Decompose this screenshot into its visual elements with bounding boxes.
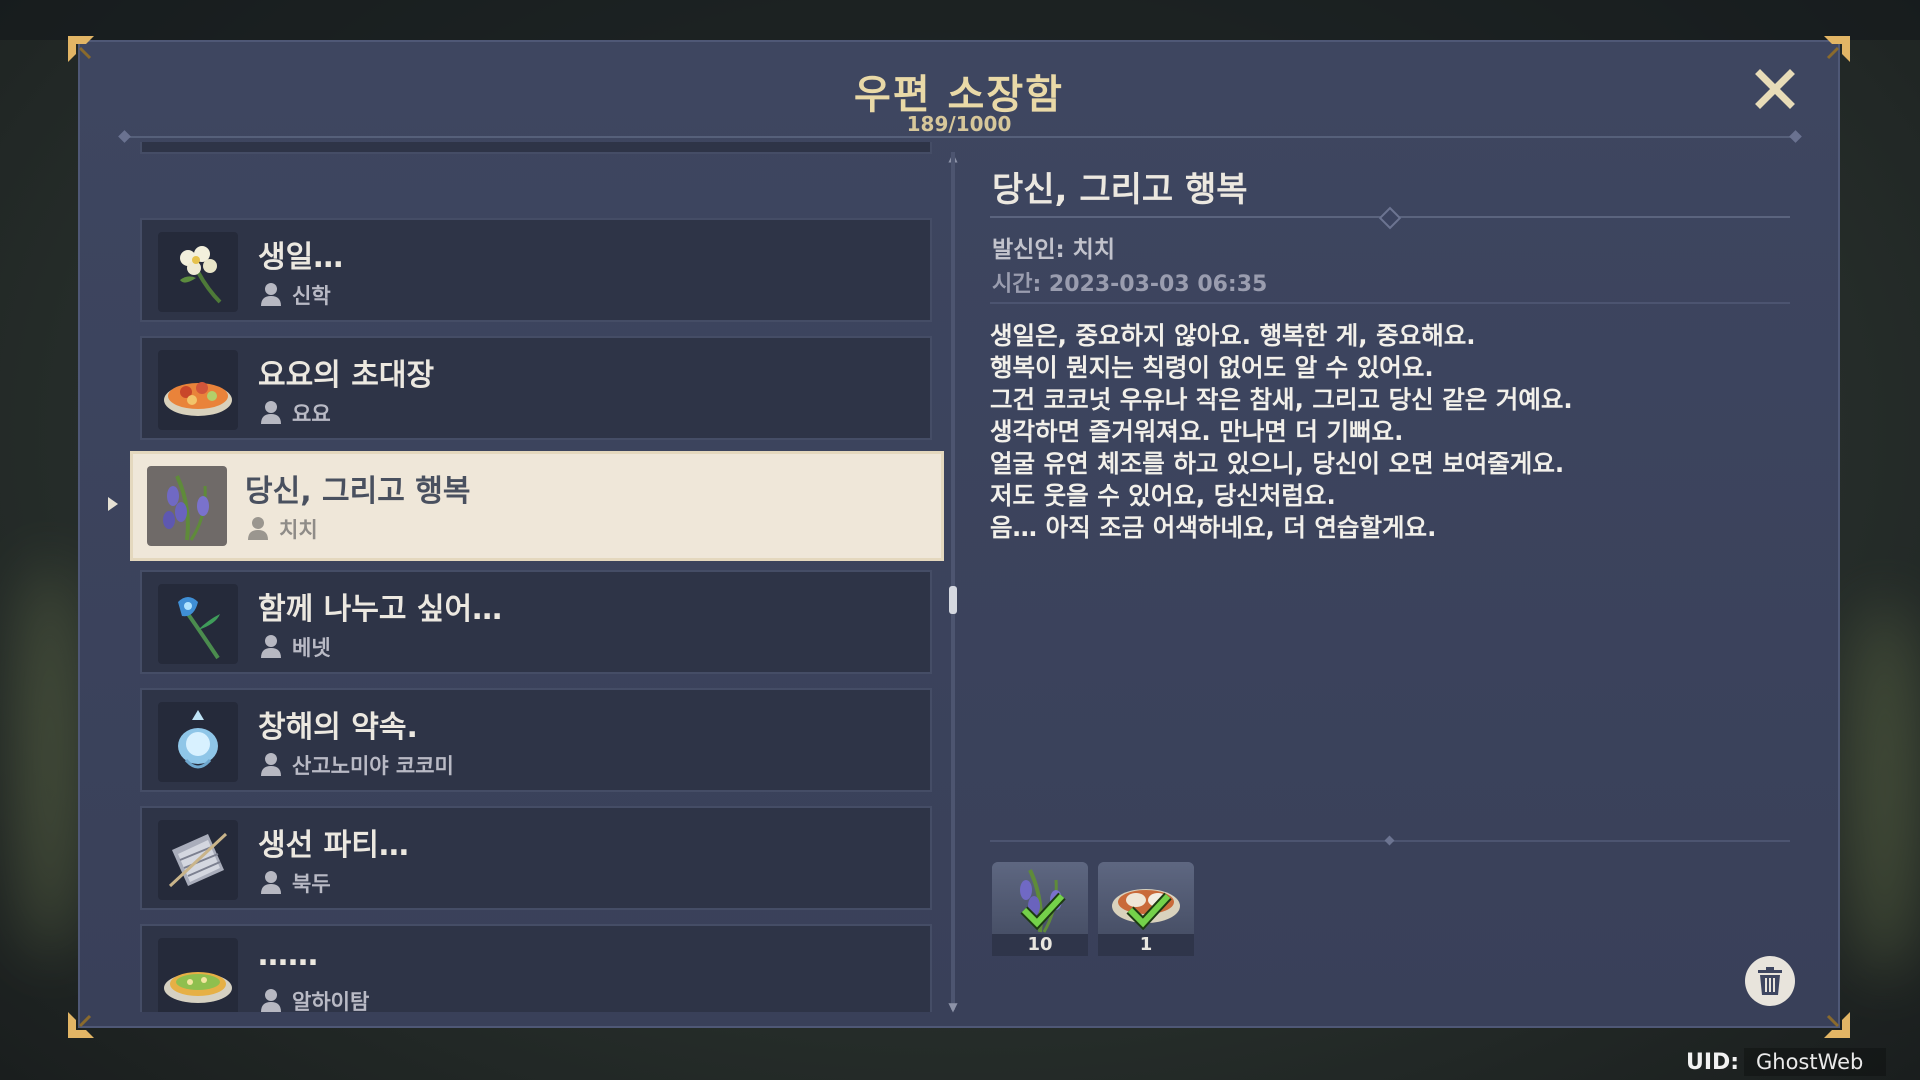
detail-sender: 발신인: 치치 <box>992 237 1116 263</box>
fish-skewer-icon <box>158 820 238 900</box>
mail-sender: 베넷 <box>292 636 331 660</box>
mail-item-selected[interactable]: 당신, 그리고 행복 치치 <box>130 451 944 561</box>
claimed-check-icon <box>1020 892 1066 930</box>
person-icon <box>248 517 268 540</box>
person-icon <box>261 283 281 306</box>
uid-label: UID: <box>1686 1050 1740 1075</box>
header-divider <box>120 136 1800 138</box>
selection-arrow-icon <box>108 497 118 511</box>
mail-list: 생일… 신학 요요의 초대장 요요 당신, 그리고 행복 치치 함께 나누고 싶… <box>80 142 960 1012</box>
background-foliage <box>20 560 80 960</box>
mail-title: 창해의 약속. <box>258 710 418 745</box>
sea-ganoderma-icon <box>158 702 238 782</box>
mail-title: 요요의 초대장 <box>258 358 435 393</box>
attachment-divider <box>990 835 1790 846</box>
mail-item-partial[interactable] <box>140 142 932 154</box>
mail-count: 189/1000 <box>906 112 1012 136</box>
mail-title: 생일… <box>258 240 344 275</box>
corner-ornament-icon <box>66 1010 96 1040</box>
mail-body: 생일은, 중요하지 않아요. 행복한 게, 중요해요. 행복이 뭔지는 칙령이 … <box>990 320 1790 544</box>
person-icon <box>261 871 281 894</box>
person-icon <box>261 401 281 424</box>
mail-item[interactable]: 생일… 신학 <box>140 218 932 322</box>
mail-item[interactable]: 창해의 약속. 산고노미야 코코미 <box>140 688 932 792</box>
mail-body-line: 얼굴 유연 체조를 하고 있으니, 당신이 오면 보여줄게요. <box>990 449 1565 478</box>
mail-collection-window: 우편 소장함 189/1000 생일… 신학 요요의 초대장 요요 당신, 그리… <box>68 36 1850 1038</box>
mail-title: 함께 나누고 싶어… <box>258 592 503 627</box>
mail-body-line: 음… 아직 조금 어색하네요, 더 연습할게요. <box>990 513 1437 542</box>
mail-sender: 치치 <box>279 518 318 542</box>
uid-value: GhostWeb <box>1744 1048 1886 1076</box>
delete-button[interactable] <box>1745 956 1795 1006</box>
pizza-icon <box>158 938 238 1012</box>
attachment-count: 1 <box>1098 934 1194 956</box>
mail-sender: 산고노미야 코코미 <box>292 754 454 778</box>
mail-detail-panel: 당신, 그리고 행복 발신인: 치치 시간: 2023-03-03 06:35 … <box>990 162 1790 1012</box>
detail-divider <box>990 302 1790 304</box>
mail-title: 당신, 그리고 행복 <box>245 474 471 509</box>
mail-item[interactable]: 요요의 초대장 요요 <box>140 336 932 440</box>
corner-ornament-icon <box>66 34 96 64</box>
mail-item[interactable]: 생선 파티… 북두 <box>140 806 932 910</box>
background-foliage-right <box>1850 600 1920 980</box>
mail-body-line: 생일은, 중요하지 않아요. 행복한 게, 중요해요. <box>990 321 1476 350</box>
close-icon <box>1755 69 1795 109</box>
corner-ornament-icon <box>1822 34 1852 64</box>
detail-title: 당신, 그리고 행복 <box>992 170 1248 210</box>
person-icon <box>261 753 281 776</box>
white-flower-icon <box>158 232 238 312</box>
mail-sender: 신학 <box>292 284 331 308</box>
mail-title: …… <box>258 938 318 973</box>
dish-icon <box>158 350 238 430</box>
mail-body-line: 저도 웃을 수 있어요, 당신처럼요. <box>990 481 1336 510</box>
scrollbar-thumb[interactable] <box>949 586 957 614</box>
mail-sender: 북두 <box>292 872 331 896</box>
background-hud-strip <box>0 0 1920 40</box>
mail-list-scrollbar[interactable] <box>951 152 955 1010</box>
trash-icon <box>1758 967 1782 995</box>
blue-flower-icon <box>158 584 238 664</box>
attachment-item[interactable]: 1 <box>1098 862 1194 956</box>
mail-sender: 요요 <box>292 402 331 426</box>
attachment-count: 10 <box>992 934 1088 956</box>
mail-body-line: 행복이 뭔지는 칙령이 없어도 알 수 있어요. <box>990 353 1434 382</box>
person-icon <box>261 635 281 658</box>
corner-ornament-icon <box>1822 1010 1852 1040</box>
close-button[interactable] <box>1750 64 1800 114</box>
claimed-check-icon <box>1126 892 1172 930</box>
attachment-item[interactable]: 10 <box>992 862 1088 956</box>
mail-item[interactable]: 함께 나누고 싶어… 베넷 <box>140 570 932 674</box>
detail-time: 시간: 2023-03-03 06:35 <box>992 272 1268 297</box>
mail-body-line: 생각하면 즐거워져요. 만나면 더 기뻐요. <box>990 417 1404 446</box>
detail-divider <box>990 206 1790 230</box>
violetgrass-icon <box>147 466 227 546</box>
scroll-down-indicator: ▼ <box>948 1000 958 1014</box>
mail-sender: 알하이탐 <box>292 990 370 1012</box>
person-icon <box>261 989 281 1012</box>
mail-item[interactable]: …… 알하이탐 <box>140 924 932 1012</box>
mail-title: 생선 파티… <box>258 828 409 863</box>
mail-body-line: 그건 코코넛 우유나 작은 참새, 그리고 당신 같은 거예요. <box>990 385 1573 414</box>
